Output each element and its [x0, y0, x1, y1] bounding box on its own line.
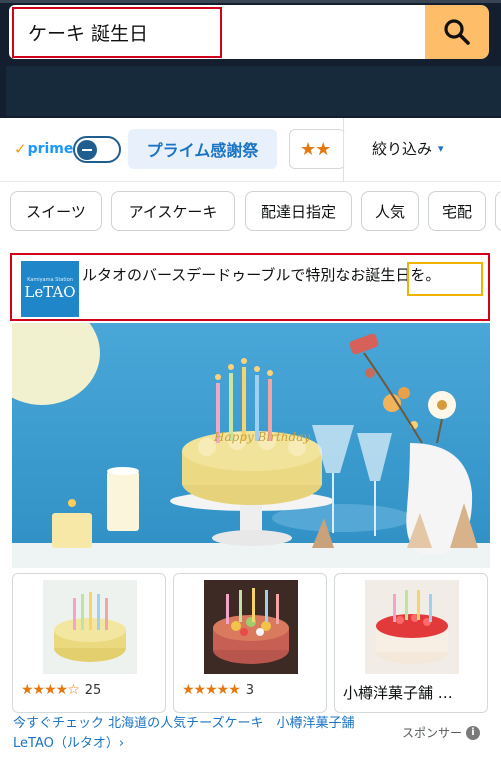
category-chip[interactable]: 人気	[361, 191, 419, 231]
keyword-highlight	[407, 262, 483, 296]
category-chips: スイーツ アイスケーキ 配達日指定 人気 宅配	[0, 182, 501, 238]
rating-stars: ★★★★★	[182, 682, 241, 698]
info-icon[interactable]: i	[466, 725, 481, 740]
category-chip[interactable]: アイスケーキ	[111, 191, 235, 231]
hero-image[interactable]: Happy Birthday	[12, 323, 490, 568]
header-band	[6, 66, 501, 116]
prime-check-icon: ✓	[14, 140, 27, 158]
sponsored-brand-header[interactable]: Kamiyama Station LeTAO ルタオのバースデードゥーブルで特別…	[10, 253, 490, 321]
header-top-line	[0, 0, 501, 3]
birthday-cake-photo: Happy Birthday	[12, 323, 490, 568]
sponsored-text: スポンサー	[402, 726, 463, 740]
refine-label: 絞り込み	[372, 140, 433, 158]
brand-logo-subtitle: Kamiyama Station	[27, 277, 73, 283]
refine-button[interactable]: 絞り込み ▾	[372, 138, 444, 159]
rating-stars: ★★★★☆	[21, 682, 80, 698]
product-image	[43, 580, 137, 674]
filter-divider	[343, 118, 344, 182]
page: ケーキ 誕生日 ✓ prime プライム感謝祭 ★★ 絞り込み ▾ スイーツ ア…	[0, 0, 501, 779]
product-card[interactable]: 小樽洋菓子舗 …	[334, 573, 488, 713]
category-chip-partial[interactable]	[495, 191, 501, 231]
search-button[interactable]	[425, 5, 489, 59]
search-input[interactable]: ケーキ 誕生日	[12, 7, 222, 58]
product-rating: ★★★★☆ 25	[21, 682, 101, 698]
sponsored-label[interactable]: スポンサー i	[402, 724, 481, 741]
category-chip[interactable]: 配達日指定	[245, 191, 352, 231]
cake-topper-text: Happy Birthday	[213, 430, 310, 444]
prime-sale-chip[interactable]: プライム感謝祭	[128, 129, 277, 169]
product-image	[204, 580, 298, 674]
category-chip[interactable]: スイーツ	[10, 191, 102, 231]
product-card[interactable]: ★★★★★ 3	[173, 573, 327, 713]
toggle-knob	[77, 140, 97, 160]
brand-logo-text: LeTAO	[24, 283, 76, 301]
product-card[interactable]: ★★★★☆ 25	[12, 573, 166, 713]
product-name: 小樽洋菓子舗 …	[343, 684, 453, 702]
filter-bar: ✓ prime プライム感謝祭 ★★ 絞り込み ▾	[0, 118, 501, 182]
chevron-down-icon: ▾	[438, 142, 444, 155]
header: ケーキ 誕生日	[0, 0, 501, 118]
rating-count: 25	[84, 682, 102, 698]
star-icons: ★★	[300, 138, 331, 160]
rating-filter-chip[interactable]: ★★	[289, 129, 345, 169]
rating-count: 3	[245, 682, 255, 698]
sponsored-ad-link[interactable]: 今すぐチェック 北海道の人気チーズケーキ 小樽洋菓子舗LeTAO（ルタオ）›	[13, 714, 385, 754]
search-icon	[444, 19, 470, 45]
prime-toggle[interactable]	[73, 136, 121, 163]
product-image	[365, 580, 459, 674]
product-rating: ★★★★★ 3	[182, 682, 254, 698]
prime-label: prime	[27, 141, 74, 157]
prime-logo: ✓ prime	[14, 140, 73, 158]
category-chip[interactable]: 宅配	[428, 191, 486, 231]
brand-logo[interactable]: Kamiyama Station LeTAO	[21, 261, 79, 317]
search-box[interactable]: ケーキ 誕生日	[9, 5, 427, 59]
product-carousel: ★★★★☆ 25 ★★★★★ 3 小樽洋菓子舗 …	[10, 571, 501, 713]
